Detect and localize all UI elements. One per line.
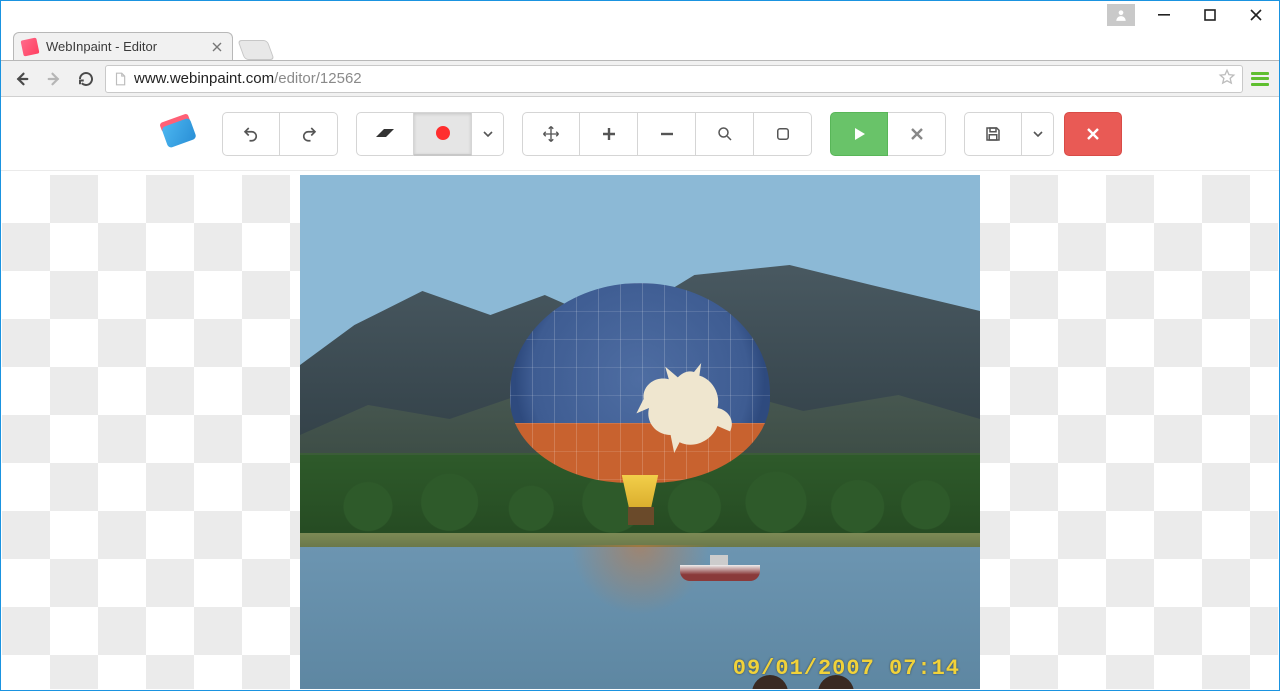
red-dot-icon	[436, 126, 450, 140]
zoom-in-button[interactable]	[580, 112, 638, 156]
marker-dropdown-button[interactable]	[472, 112, 504, 156]
browser-menu-button[interactable]	[1249, 68, 1271, 90]
bookmark-star-button[interactable]	[1218, 68, 1236, 89]
caret-down-icon	[483, 129, 493, 139]
history-group	[222, 112, 338, 156]
zoom-tool-button[interactable]	[696, 112, 754, 156]
magnifier-icon	[716, 125, 734, 143]
browser-tabstrip: WebInpaint - Editor	[1, 28, 1279, 61]
canvas-area[interactable]: 09/01/2007 07:14	[2, 175, 1278, 689]
save-dropdown-button[interactable]	[1022, 112, 1054, 156]
tool-select-group	[356, 112, 504, 156]
photo-boat	[680, 565, 760, 581]
eraser-tool-button[interactable]	[356, 112, 414, 156]
window-minimize-button[interactable]	[1141, 1, 1187, 28]
window-controls	[1107, 1, 1279, 28]
floppy-icon	[984, 125, 1002, 143]
page-icon	[112, 71, 128, 87]
square-icon	[774, 125, 792, 143]
caret-down-icon	[1033, 129, 1043, 139]
browser-tab[interactable]: WebInpaint - Editor	[13, 32, 233, 60]
arrow-right-icon	[45, 70, 63, 88]
reload-icon	[77, 70, 95, 88]
hamburger-bar-icon	[1251, 77, 1269, 80]
move-icon	[542, 125, 560, 143]
save-close-group	[964, 112, 1122, 156]
unicorn-silhouette-icon	[630, 363, 740, 453]
run-button[interactable]	[830, 112, 888, 156]
save-button[interactable]	[964, 112, 1022, 156]
browser-tab-title: WebInpaint - Editor	[46, 39, 202, 54]
hamburger-bar-icon	[1251, 83, 1269, 86]
redo-icon	[300, 125, 318, 143]
marker-tool-button[interactable]	[414, 112, 472, 156]
plus-icon	[601, 126, 617, 142]
zoom-out-button[interactable]	[638, 112, 696, 156]
chrome-user-badge[interactable]	[1107, 4, 1135, 26]
address-url-path: /editor/12562	[274, 70, 362, 87]
address-url-host: www.webinpaint.com	[134, 70, 274, 87]
window-maximize-button[interactable]	[1187, 1, 1233, 28]
browser-nav-toolbar: www.webinpaint.com/editor/12562	[1, 61, 1279, 97]
photo-timestamp-overlay: 09/01/2007 07:14	[733, 656, 960, 681]
arrow-left-icon	[13, 70, 31, 88]
address-url: www.webinpaint.com/editor/12562	[134, 70, 362, 87]
cancel-run-button[interactable]	[888, 112, 946, 156]
x-icon	[1086, 127, 1100, 141]
loaded-image[interactable]: 09/01/2007 07:14	[300, 175, 980, 689]
hamburger-bar-icon	[1251, 72, 1269, 75]
eraser-icon	[374, 127, 396, 141]
photo-balloon	[510, 283, 770, 563]
app-logo-icon	[158, 114, 204, 154]
star-icon	[1218, 68, 1236, 86]
close-editor-button[interactable]	[1064, 112, 1122, 156]
window-close-button[interactable]	[1233, 1, 1279, 28]
play-icon	[851, 126, 867, 142]
browser-reload-button[interactable]	[73, 66, 99, 92]
address-bar[interactable]: www.webinpaint.com/editor/12562	[105, 65, 1243, 93]
tab-close-button[interactable]	[210, 40, 224, 54]
undo-icon	[242, 125, 260, 143]
app-toolbar	[1, 97, 1279, 171]
minus-icon	[659, 126, 675, 142]
os-titlebar	[1, 1, 1279, 28]
fit-screen-button[interactable]	[754, 112, 812, 156]
browser-back-button[interactable]	[9, 66, 35, 92]
run-group	[830, 112, 946, 156]
redo-button[interactable]	[280, 112, 338, 156]
browser-forward-button[interactable]	[41, 66, 67, 92]
undo-button[interactable]	[222, 112, 280, 156]
x-icon	[910, 127, 924, 141]
browser-window: WebInpaint - Editor www.webinpaint.com/e…	[0, 0, 1280, 691]
move-tool-button[interactable]	[522, 112, 580, 156]
view-group	[522, 112, 812, 156]
eraser-favicon-icon	[21, 37, 40, 56]
new-tab-button[interactable]	[237, 40, 274, 60]
